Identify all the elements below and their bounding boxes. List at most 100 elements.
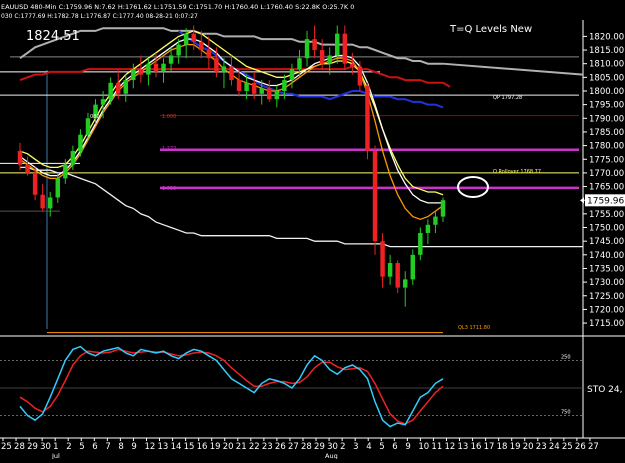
x-tick-label: 30 <box>327 442 338 452</box>
x-month-label: Jul <box>51 452 60 459</box>
candle-body <box>387 263 393 277</box>
candle-body <box>289 69 295 81</box>
y-tick-label: 1725.00 <box>589 292 624 302</box>
x-tick-label: 4 <box>366 442 371 452</box>
y-tick-label: 1745.00 <box>589 237 624 247</box>
y-tick-label: 1805.00 <box>589 73 624 83</box>
x-tick-label: 26 <box>575 442 586 452</box>
x-tick-label: 29 <box>27 442 38 452</box>
y-tick-label: 1755.00 <box>589 210 624 220</box>
x-tick-label: 6 <box>92 442 97 452</box>
x-tick-label: 19 <box>510 442 521 452</box>
candle-body <box>115 82 121 94</box>
candle-body <box>357 66 363 86</box>
x-tick-label: 7 <box>105 442 110 452</box>
candle-body <box>191 33 196 42</box>
candle-body <box>342 33 348 64</box>
ql3-label: QL3 1711.80 <box>458 325 490 331</box>
candle-body <box>282 80 287 91</box>
y-tick-label: 1740.00 <box>589 251 624 261</box>
x-tick-label: 23 <box>262 442 273 452</box>
y-tick-label: 1715.00 <box>589 319 624 329</box>
y-tick-label: 1780.00 <box>589 142 624 152</box>
candle-body <box>176 44 181 56</box>
x-tick-label: 5 <box>379 442 384 452</box>
x-tick-label: 20 <box>523 442 534 452</box>
y-tick-label: 1730.00 <box>589 278 624 288</box>
last-price-label: 1759.96 <box>587 196 624 206</box>
x-month-label: Aug <box>325 452 338 459</box>
x-tick-label: 16 <box>471 442 482 452</box>
candle-body <box>395 263 400 288</box>
candle-body <box>17 151 23 165</box>
x-tick-label: 25 <box>1 442 12 452</box>
candle-body <box>410 254 416 280</box>
candle-body <box>78 134 83 152</box>
x-tick-label: 16 <box>197 442 208 452</box>
y-tick-label: 1810.00 <box>589 60 624 70</box>
x-tick-label: 19 <box>210 442 221 452</box>
chart-svg: 1715.00 1720.00 1725.00 1730.00 1735.00 1740.… <box>0 0 625 460</box>
x-tick-label: 27 <box>588 442 599 452</box>
candle-body <box>327 55 332 64</box>
y-tick-label: 1815.00 <box>589 46 624 56</box>
candle-body <box>63 164 68 179</box>
x-tick-label: 18 <box>497 442 508 452</box>
candle-body <box>229 66 234 81</box>
x-tick-label: 10 <box>418 442 429 452</box>
x-tick-label: 14 <box>171 442 182 452</box>
candle-body <box>123 80 128 94</box>
candle-body <box>146 63 151 75</box>
candle-body <box>236 80 242 91</box>
x-tick-label: 15 <box>184 442 195 452</box>
candle-body <box>433 216 438 225</box>
level-080-label: 080 <box>90 114 100 120</box>
candle-body <box>380 241 385 277</box>
chart-title: T=Q Levels New <box>449 24 532 35</box>
x-tick-label: 5 <box>79 442 84 452</box>
x-tick-label: 21 <box>236 442 247 452</box>
candle-body <box>319 50 325 64</box>
x-tick-label: 13 <box>458 442 469 452</box>
x-tick-label: 26 <box>275 442 286 452</box>
candle-body <box>108 82 113 100</box>
candle-body <box>70 151 76 165</box>
x-tick-label: 23 <box>536 442 547 452</box>
x-tick-label: 28 <box>301 442 312 452</box>
candle-body <box>350 63 355 67</box>
candle-body <box>267 88 272 100</box>
y-tick-label: 1770.00 <box>589 169 624 179</box>
x-tick-label: 28 <box>14 442 25 452</box>
candle-body <box>259 88 264 94</box>
x-tick-label: 1 <box>53 442 58 452</box>
candle-body <box>153 63 159 72</box>
candle-body <box>199 41 204 51</box>
candle-body <box>403 279 408 288</box>
x-tick-label: 25 <box>562 442 573 452</box>
x-tick-label: 20 <box>223 442 234 452</box>
y-tick-label: 1790.00 <box>589 114 624 124</box>
x-tick-label: 3 <box>353 442 358 452</box>
candle-body <box>221 66 227 72</box>
x-tick-label: 2 <box>66 442 71 452</box>
candle-body <box>418 232 423 255</box>
x-tick-label: 29 <box>314 442 325 452</box>
candle-body <box>47 197 53 209</box>
candle-body <box>138 69 144 75</box>
candle-body <box>312 39 317 51</box>
candle-body <box>25 164 30 173</box>
y-tick-label: 1785.00 <box>589 128 624 138</box>
sto-level-label: 750 <box>561 410 571 416</box>
x-tick-label: 24 <box>549 442 560 452</box>
candle-body <box>425 224 431 233</box>
candle-body <box>100 99 106 105</box>
symbol-subheader: 030 C:1777.69 H:1782.78 L:1776.87 C:1777… <box>1 13 198 20</box>
candle-body <box>372 151 378 242</box>
x-tick-label: 9 <box>405 442 410 452</box>
y-tick-label: 1765.00 <box>589 183 624 193</box>
candle-body <box>297 58 302 70</box>
candle-body <box>214 58 219 72</box>
y-tick-label: 1800.00 <box>589 87 624 97</box>
x-tick-label: 12 <box>144 442 155 452</box>
candle-body <box>251 82 257 94</box>
